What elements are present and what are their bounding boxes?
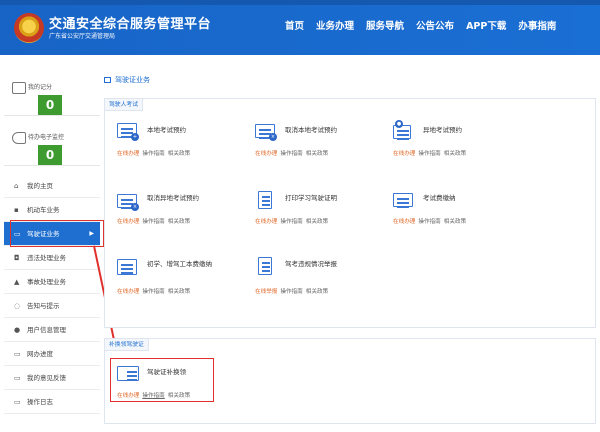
guide-link[interactable]: 操作指南 bbox=[142, 219, 164, 225]
home-icon: ⌂ bbox=[14, 182, 19, 190]
police-emblem-icon bbox=[14, 13, 44, 43]
location-calendar-icon: × bbox=[117, 191, 139, 211]
menu-feedback[interactable]: ▭ 我的意见反馈 bbox=[4, 366, 100, 390]
online-handle-link[interactable]: 在线办理 bbox=[117, 219, 139, 225]
service-item: 考试费缴纳 在线办理 操作指南 相关政策 bbox=[393, 191, 513, 227]
menu-accident[interactable]: ▲ 事故处理业务 bbox=[4, 270, 100, 294]
nav-notice[interactable]: 公告公布 bbox=[416, 18, 454, 32]
feedback-icon: ▭ bbox=[14, 374, 21, 382]
calendar-doc-icon: + bbox=[117, 123, 139, 141]
guide-link[interactable]: 操作指南 bbox=[280, 151, 302, 157]
service-item: 初学、增驾工本费缴纳 在线办理 操作指南 相关政策 bbox=[117, 257, 237, 297]
location-doc-icon: ● bbox=[393, 120, 415, 141]
service-item: 打印学习驾驶证明 在线办理 操作指南 相关政策 bbox=[255, 191, 375, 227]
highlight-menu-box bbox=[10, 220, 104, 247]
service-name[interactable]: 取消本地考试预约 bbox=[285, 126, 377, 135]
policy-link[interactable]: 相关政策 bbox=[444, 219, 466, 225]
service-name[interactable]: 异地考试预约 bbox=[423, 126, 515, 135]
online-handle-link[interactable]: 在线办理 bbox=[117, 151, 139, 157]
guide-link[interactable]: 操作指南 bbox=[418, 219, 440, 225]
online-handle-link[interactable]: 在线办理 bbox=[393, 219, 415, 225]
nav-app[interactable]: APP下载 bbox=[466, 18, 506, 32]
service-name[interactable]: 本地考试预约 bbox=[147, 126, 239, 135]
fee-doc-icon bbox=[117, 257, 139, 275]
policy-link[interactable]: 相关政策 bbox=[306, 289, 328, 295]
main-nav: 首页 业务办理 服务导航 公告公布 APP下载 办事指南 bbox=[285, 18, 556, 32]
license-icon bbox=[104, 77, 111, 83]
site-header: 交通安全综合服务管理平台 广东省公安厅交通管理局 首页 业务办理 服务导航 公告… bbox=[0, 0, 600, 55]
online-handle-link[interactable]: 在线办理 bbox=[117, 289, 139, 295]
guide-link[interactable]: 操作指南 bbox=[280, 289, 302, 295]
log-icon: ▭ bbox=[14, 398, 21, 406]
car-icon: ▪ bbox=[14, 206, 19, 214]
policy-link[interactable]: 相关政策 bbox=[168, 289, 190, 295]
score-card[interactable]: 我的记分 0 bbox=[4, 70, 100, 116]
service-name[interactable]: 驾考违规情况举报 bbox=[285, 260, 377, 269]
exam-panel: 驾驶人考试 + 本地考试预约 在线办理 操作指南 相关政策 × 取消本地考试预约 在… bbox=[104, 98, 596, 328]
monitor-card[interactable]: 待办电子监控 0 bbox=[4, 120, 100, 166]
menu-violation[interactable]: ◘ 违法处理业务 bbox=[4, 246, 100, 270]
page-title: 驾驶证业务 bbox=[104, 75, 150, 85]
sidebar: 我的记分 0 待办电子监控 0 bbox=[4, 70, 100, 170]
service-item: 驾考违规情况举报 在线举报 操作指南 相关政策 bbox=[255, 257, 375, 297]
policy-link[interactable]: 相关政策 bbox=[306, 219, 328, 225]
exam-section-tag: 驾驶人考试 bbox=[105, 99, 143, 111]
policy-link[interactable]: 相关政策 bbox=[306, 151, 328, 157]
calendar-cancel-icon: × bbox=[255, 123, 277, 141]
monitor-label: 待办电子监控 bbox=[28, 134, 65, 141]
progress-icon: ▭ bbox=[14, 350, 21, 358]
guide-link[interactable]: 操作指南 bbox=[142, 151, 164, 157]
replace-section-tag: 补换领驾驶证 bbox=[105, 339, 149, 351]
service-name[interactable]: 打印学习驾驶证明 bbox=[285, 194, 377, 203]
nav-home[interactable]: 首页 bbox=[285, 18, 304, 32]
menu-notice[interactable]: ◌ 告知与提示 bbox=[4, 294, 100, 318]
online-handle-link[interactable]: 在线办理 bbox=[393, 151, 415, 157]
payment-card-icon bbox=[393, 191, 415, 209]
service-item: × 取消异地考试预约 在线办理 操作指南 相关政策 bbox=[117, 191, 237, 227]
guide-link[interactable]: 操作指南 bbox=[418, 151, 440, 157]
service-item: × 取消本地考试预约 在线办理 操作指南 相关政策 bbox=[255, 123, 375, 159]
service-name[interactable]: 考试费缴纳 bbox=[423, 194, 515, 203]
guide-link[interactable]: 操作指南 bbox=[280, 219, 302, 225]
warning-icon: ▲ bbox=[14, 278, 20, 286]
online-handle-link[interactable]: 在线办理 bbox=[255, 219, 277, 225]
score-icon bbox=[12, 82, 26, 94]
service-name[interactable]: 初学、增驾工本费缴纳 bbox=[147, 260, 239, 269]
policy-link[interactable]: 相关政策 bbox=[168, 219, 190, 225]
top-strip bbox=[0, 0, 600, 5]
monitor-value: 0 bbox=[38, 145, 62, 165]
nav-business[interactable]: 业务办理 bbox=[316, 18, 354, 32]
camera-icon bbox=[12, 132, 26, 144]
menu-user[interactable]: ● 用户信息管理 bbox=[4, 318, 100, 342]
print-doc-icon bbox=[255, 191, 277, 209]
guide-link[interactable]: 操作指南 bbox=[142, 289, 164, 295]
highlight-replace-box bbox=[110, 358, 214, 402]
menu-vehicle[interactable]: ▪ 机动车业务 bbox=[4, 198, 100, 222]
camera-icon: ◘ bbox=[14, 254, 20, 262]
score-label: 我的记分 bbox=[28, 84, 53, 91]
service-item: ● 异地考试预约 在线办理 操作指南 相关政策 bbox=[393, 120, 515, 159]
sidebar-menu: ⌂ 我的主页 ▪ 机动车业务 ▭ 驾驶证业务 ▶ ◘ 违法处理业务 ▲ 事故处理业务 ◌ 告知… bbox=[4, 174, 100, 414]
menu-log[interactable]: ▭ 操作日志 bbox=[4, 390, 100, 414]
site-title: 交通安全综合服务管理平台 bbox=[49, 17, 212, 32]
bell-icon: ◌ bbox=[14, 302, 21, 310]
report-alarm-icon bbox=[255, 257, 277, 275]
user-icon: ● bbox=[14, 326, 21, 334]
service-item: + 本地考试预约 在线办理 操作指南 相关政策 bbox=[117, 123, 237, 159]
nav-guide[interactable]: 办事指南 bbox=[518, 18, 556, 32]
policy-link[interactable]: 相关政策 bbox=[168, 151, 190, 157]
site-subtitle: 广东省公安厅交通管理局 bbox=[49, 33, 116, 40]
menu-progress[interactable]: ▭ 网办进度 bbox=[4, 342, 100, 366]
online-handle-link[interactable]: 在线办理 bbox=[255, 151, 277, 157]
online-report-link[interactable]: 在线举报 bbox=[255, 289, 277, 295]
policy-link[interactable]: 相关政策 bbox=[444, 151, 466, 157]
menu-home[interactable]: ⌂ 我的主页 bbox=[4, 174, 100, 198]
score-value: 0 bbox=[38, 95, 62, 115]
nav-service[interactable]: 服务导航 bbox=[366, 18, 404, 32]
service-name[interactable]: 取消异地考试预约 bbox=[147, 194, 239, 203]
